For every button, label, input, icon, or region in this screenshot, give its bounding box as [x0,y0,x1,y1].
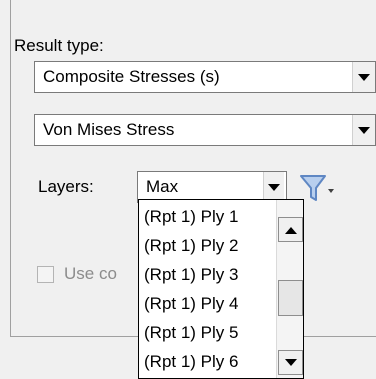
result-type-label: Result type: [14,36,104,55]
scroll-up-arrow-icon[interactable] [278,217,303,242]
chevron-down-icon[interactable] [263,172,284,202]
result-type-combo[interactable]: Composite Stresses (s) [34,61,376,93]
layers-combo-value: Max [146,177,179,196]
result-type-combo-value: Composite Stresses (s) [43,67,220,86]
stress-measure-combo[interactable]: Von Mises Stress [34,114,376,146]
list-item[interactable]: (Rpt 1) Ply 1 [144,207,238,227]
stress-measure-combo-value: Von Mises Stress [43,120,175,139]
list-item[interactable]: (Rpt 1) Ply 2 [144,236,238,256]
list-item[interactable]: (Rpt 1) Ply 4 [144,294,238,314]
use-option-label: Use co [64,264,117,283]
filter-funnel-icon[interactable] [300,173,334,203]
chevron-down-icon[interactable] [352,115,375,145]
layers-dropdown-list[interactable]: (Rpt 1) Ply 1 (Rpt 1) Ply 2 (Rpt 1) Ply … [138,199,304,379]
list-item[interactable]: (Rpt 1) Ply 5 [144,323,238,343]
scroll-down-arrow-icon[interactable] [278,350,303,375]
list-item[interactable]: (Rpt 1) Ply 6 [144,352,238,372]
layers-label: Layers: [38,177,94,196]
scrollbar-thumb[interactable] [278,280,303,316]
chevron-down-icon[interactable] [352,62,375,92]
use-option-checkbox[interactable] [37,266,54,283]
list-item[interactable]: (Rpt 1) Ply 3 [144,265,238,285]
dropdown-scrollbar[interactable] [276,200,303,378]
